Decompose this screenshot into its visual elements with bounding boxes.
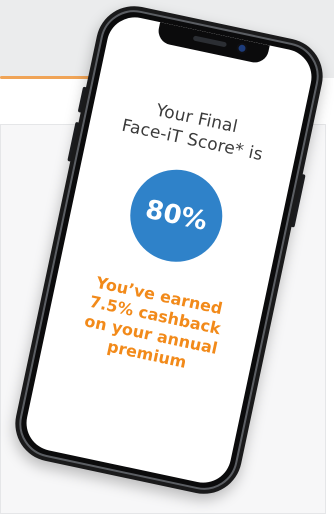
score-circle: 80% (121, 161, 231, 271)
camera-icon (237, 44, 247, 53)
score-value: 80% (142, 194, 210, 237)
speaker-icon (192, 35, 228, 48)
cashback-message: You’ve earned 7.5% cashback on your annu… (43, 265, 263, 386)
score-headline: Your Final Face-iT Score* is (88, 87, 301, 173)
accent-line (0, 76, 100, 79)
